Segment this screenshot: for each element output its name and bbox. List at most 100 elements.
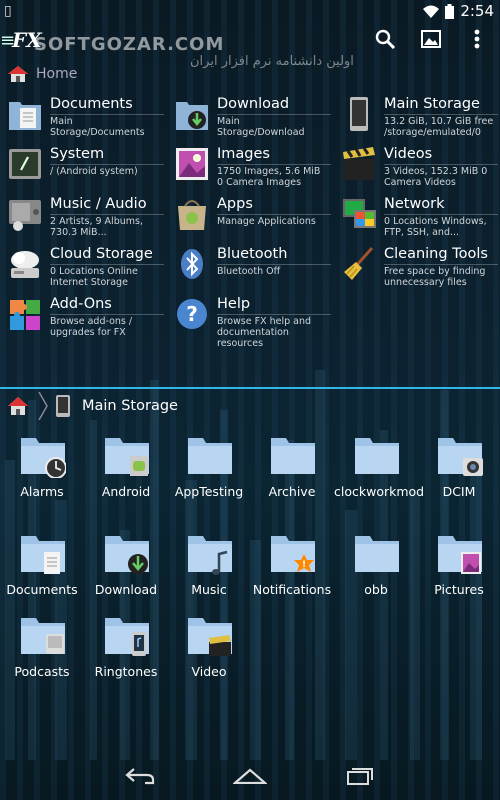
- puzzle-icon: [10, 300, 40, 330]
- music-icon: [9, 200, 41, 231]
- folder-label: Podcasts: [14, 664, 70, 679]
- folder-item[interactable]: clockworkmod: [334, 430, 424, 520]
- home-icon: [8, 66, 28, 82]
- home-label: Home: [36, 66, 78, 82]
- bookmark-download[interactable]: Download Main Storage/Download: [167, 92, 332, 142]
- folder-label: Pictures: [434, 582, 484, 597]
- broom-icon: [344, 247, 374, 280]
- folder-icon: [105, 618, 149, 656]
- bookmark-system[interactable]: System / (Android system): [0, 142, 165, 192]
- folder-label: Music: [191, 582, 227, 597]
- bookmark-main-storage[interactable]: Main Storage 13.2 GiB, 10.7 GiB free /st…: [334, 92, 499, 142]
- folder-icon: [438, 438, 483, 476]
- folder-icon: [21, 438, 66, 478]
- battery-icon: [445, 3, 455, 19]
- svg-text:?: ?: [186, 302, 198, 326]
- folder-item[interactable]: Documents: [0, 528, 84, 618]
- bookmark-title: Apps: [217, 196, 253, 212]
- bookmark-documents[interactable]: Documents Main Storage/Documents: [0, 92, 165, 142]
- folder-item[interactable]: AppTesting: [167, 430, 251, 520]
- bookmark-bluetooth[interactable]: Bluetooth Bluetooth Off: [167, 242, 332, 292]
- bookmark-subtitle: / (Android system): [50, 166, 138, 177]
- bookmark-subtitle: Main Storage/Documents: [50, 116, 145, 138]
- folder-item[interactable]: DCIM: [417, 430, 500, 520]
- folder-item[interactable]: Pictures: [417, 528, 500, 618]
- folder-label: Android: [101, 484, 151, 499]
- home-button[interactable]: [230, 761, 270, 791]
- bookmark-subtitle: Browse add-ons / upgrades for FX: [50, 316, 133, 338]
- bookmark-videos[interactable]: Videos 3 Videos, 152.3 MiB 0 Camera Vide…: [334, 142, 499, 192]
- action-bar: ≡ FX SOFTGOZAR.COM: [0, 24, 500, 58]
- folder-item[interactable]: Download: [84, 528, 168, 618]
- folder-icon: [188, 618, 232, 656]
- overflow-menu-icon[interactable]: [466, 28, 488, 50]
- current-folder-label[interactable]: Main Storage: [82, 398, 178, 414]
- recents-button[interactable]: [340, 761, 380, 791]
- bookmark-subtitle: 3 Videos, 152.3 MiB 0 Camera Videos: [384, 166, 488, 188]
- folder-icon: [105, 438, 149, 476]
- documents-icon: [9, 102, 41, 130]
- bookmark-images[interactable]: Images 1750 Images, 5.6 MiB 0 Camera Ima…: [167, 142, 332, 192]
- divider: [50, 314, 164, 315]
- folder-label: Ringtones: [94, 664, 158, 679]
- bookmark-help[interactable]: ? Help Browse FX help and documentation …: [167, 292, 332, 349]
- bookmark-title: Network: [384, 196, 445, 212]
- clapper-icon: [343, 147, 375, 180]
- chevron-right-icon: [38, 392, 48, 420]
- folder-label: Download: [94, 582, 158, 597]
- home-nav-icon: [233, 768, 267, 784]
- divider: [384, 164, 498, 165]
- folder-item[interactable]: Android: [84, 430, 168, 520]
- folder-icon: !: [271, 536, 315, 572]
- bookmark-title: Videos: [384, 146, 433, 162]
- folder-icon: [355, 438, 399, 474]
- divider: [384, 214, 498, 215]
- folder-label: DCIM: [442, 484, 476, 499]
- bookmark-title: Music / Audio: [50, 196, 147, 212]
- pane-split-divider[interactable]: [0, 387, 500, 389]
- home-icon[interactable]: [8, 397, 28, 415]
- back-icon: [125, 768, 155, 785]
- bookmark-cloud-storage[interactable]: Cloud Storage 0 Locations Online Interne…: [0, 242, 165, 292]
- search-icon[interactable]: [374, 28, 396, 50]
- divider: [217, 214, 331, 215]
- bookmark-subtitle: Manage Applications: [217, 216, 316, 227]
- bookmark-music[interactable]: Music / Audio 2 Artists, 9 Albums, 730.3…: [0, 192, 165, 242]
- svg-text:!: !: [302, 560, 306, 570]
- folder-icon: [105, 536, 149, 574]
- watermark: SOFTGOZAR.COM: [34, 34, 225, 55]
- folder-item[interactable]: Ringtones: [84, 610, 168, 700]
- bookmark-apps[interactable]: Apps Manage Applications: [167, 192, 332, 242]
- bookmark-title: Cloud Storage: [50, 246, 153, 262]
- folder-item[interactable]: Video: [167, 610, 251, 700]
- folder-icon: [438, 536, 482, 574]
- folder-item[interactable]: ! Notifications: [250, 528, 334, 618]
- back-button[interactable]: [120, 761, 160, 791]
- folder-item[interactable]: Podcasts: [0, 610, 84, 700]
- recents-icon: [347, 768, 373, 785]
- bookmark-title: Images: [217, 146, 270, 162]
- folder-item[interactable]: Archive: [250, 430, 334, 520]
- bookmark-title: Help: [217, 296, 251, 312]
- bookmark-title: Bluetooth: [217, 246, 288, 262]
- folder-label: Video: [191, 664, 227, 679]
- bookmark-subtitle: 0 Locations Windows, FTP, SSH, and...: [384, 216, 487, 238]
- home-breadcrumb[interactable]: Home: [8, 66, 77, 82]
- folder-item[interactable]: Alarms: [0, 430, 84, 520]
- bookmark-subtitle: 13.2 GiB, 10.7 GiB free /storage/emulate…: [384, 116, 494, 138]
- folder-item[interactable]: Music: [167, 528, 251, 618]
- folder-item[interactable]: obb: [334, 528, 418, 618]
- bookmark-title: Add-Ons: [50, 296, 112, 312]
- divider: [217, 114, 331, 115]
- folder-icon: [188, 536, 232, 575]
- bookmark-add-ons[interactable]: Add-Ons Browse add-ons / upgrades for FX: [0, 292, 165, 342]
- folder-icon: [271, 438, 315, 474]
- bookmark-cleaning-tools[interactable]: Cleaning Tools Free space by finding unn…: [334, 242, 499, 292]
- status-bar: ▯ 2:54: [0, 0, 500, 24]
- divider: [50, 164, 164, 165]
- folder-icon: [21, 618, 65, 654]
- divider: [50, 264, 164, 265]
- bookmark-network[interactable]: Network 0 Locations Windows, FTP, SSH, a…: [334, 192, 499, 242]
- image-view-icon[interactable]: [420, 28, 442, 50]
- device-icon[interactable]: [56, 395, 70, 417]
